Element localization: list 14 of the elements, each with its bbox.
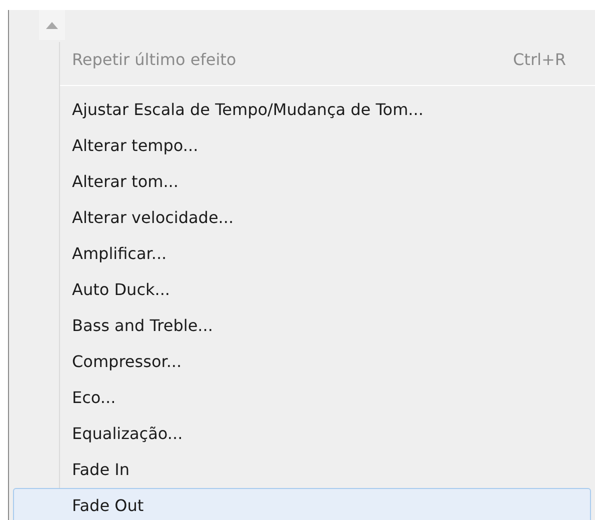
menu-item[interactable]: Alterar velocidade... xyxy=(13,200,591,236)
menu-item[interactable]: Amplificar... xyxy=(13,236,591,272)
menu-item[interactable]: Alterar tempo... xyxy=(13,128,591,164)
menu-item[interactable]: Fade Out xyxy=(13,488,591,520)
menu-item[interactable]: Alterar tom... xyxy=(13,164,591,200)
menu-item[interactable]: Ajustar Escala de Tempo/Mudança de Tom... xyxy=(13,92,591,128)
menu-item[interactable]: Bass and Treble... xyxy=(13,308,591,344)
menu-item[interactable]: Fade In xyxy=(13,452,591,488)
shortcut-text: Ctrl+R xyxy=(513,49,566,71)
menu-item[interactable]: Compressor... xyxy=(13,344,591,380)
menu-item[interactable]: Auto Duck... xyxy=(13,272,591,308)
up-arrow-icon xyxy=(46,22,58,28)
menu-item[interactable]: Eco... xyxy=(13,380,591,416)
menu-item[interactable]: Equalização... xyxy=(13,416,591,452)
